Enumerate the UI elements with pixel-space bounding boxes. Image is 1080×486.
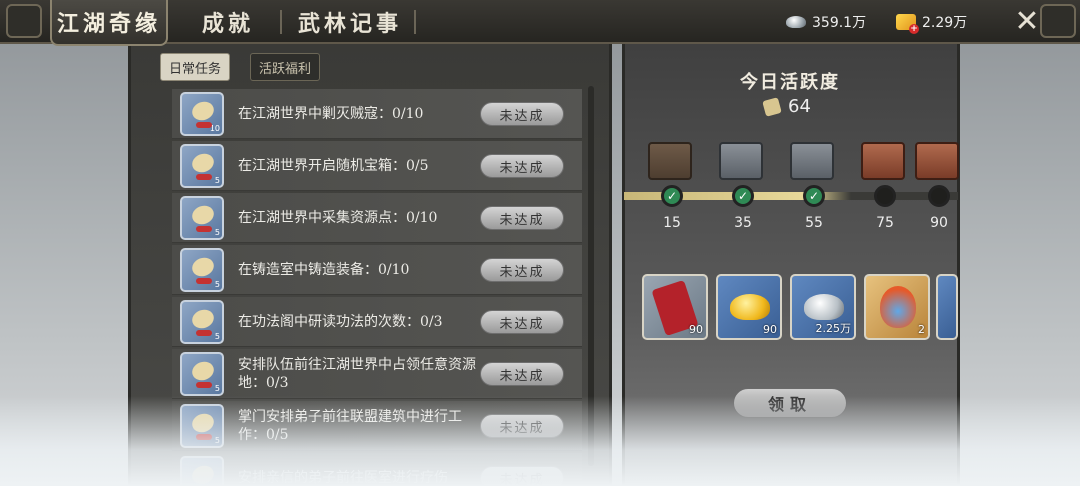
activity-points: 64 <box>762 96 811 117</box>
task-scroll-icon: 5 <box>180 248 224 292</box>
task-row: 5 在江湖世界中采集资源点：0/10 未达成 <box>172 193 582 243</box>
silver-amount: 359.1万 <box>812 15 867 31</box>
silver-currency: 359.1万 <box>786 0 866 44</box>
task-text: 在铸造室中铸造装备：0/10 <box>238 262 410 278</box>
reward-chest-icon[interactable] <box>915 142 959 180</box>
task-row: 5 在功法阁中研读功法的次数：0/3 未达成 <box>172 297 582 347</box>
reward-slot[interactable]: 2 <box>864 274 930 340</box>
task-text: 安排队伍前往江湖世界中占领任意资源地：0/3 <box>238 357 476 391</box>
reward-chest-icon[interactable] <box>861 142 905 180</box>
reward-chest-icon[interactable] <box>719 142 763 180</box>
milestone-check-icon: ✓ <box>803 185 825 207</box>
reward-qty: 90 <box>763 323 777 336</box>
task-list-scrollbar[interactable] <box>588 86 594 466</box>
task-text: 掌门安排弟子前往联盟建筑中进行工作：0/5 <box>238 409 462 443</box>
task-scroll-icon: 5 <box>180 196 224 240</box>
task-status-button[interactable]: 未达成 <box>480 362 564 386</box>
task-text: 在功法阁中研读功法的次数：0/3 <box>238 314 443 330</box>
milestone-value: 15 <box>663 215 681 231</box>
tab-achievements[interactable]: 成就 <box>188 0 268 44</box>
task-row: 5 在江湖世界开启随机宝箱：0/5 未达成 <box>172 141 582 191</box>
gold-add-icon[interactable] <box>896 14 919 34</box>
task-text: 在江湖世界中剿灭贼寇：0/10 <box>238 106 424 122</box>
corner-ornament-left <box>6 4 42 38</box>
milestone-value: 90 <box>930 215 948 231</box>
subtab-daily-tasks[interactable]: 日常任务 <box>160 53 231 81</box>
task-status-button[interactable]: 未达成 <box>480 102 564 126</box>
gold-ingot-icon <box>730 294 770 320</box>
tab-jianghu-qiyuan[interactable]: 江湖奇缘 <box>50 0 168 46</box>
reward-slot-partial[interactable] <box>936 274 958 340</box>
task-status-button[interactable]: 未达成 <box>480 466 564 486</box>
task-text: 安排亲信的弟子前往医室进行疗伤 <box>238 470 448 486</box>
task-row: 5 在铸造室中铸造装备：0/10 未达成 <box>172 245 582 295</box>
tab-divider <box>280 10 282 34</box>
milestone-node <box>874 185 896 207</box>
reward-slot[interactable]: 90 <box>642 274 708 340</box>
task-scroll-icon: 5 <box>180 352 224 396</box>
flame-token-icon <box>880 286 916 328</box>
claim-button[interactable]: 领取 <box>733 388 847 418</box>
task-row: 5 掌门安排弟子前往联盟建筑中进行工作：0/5 未达成 <box>172 401 582 451</box>
activity-token-icon <box>762 96 782 117</box>
task-status-button[interactable]: 未达成 <box>480 206 564 230</box>
reward-qty: 2 <box>918 323 925 336</box>
reward-qty: 90 <box>689 323 703 336</box>
milestone-value: 75 <box>876 215 894 231</box>
task-icon-count: 5 <box>214 384 220 393</box>
reward-slot[interactable]: 2.25万 <box>790 274 856 340</box>
task-status-button[interactable]: 未达成 <box>480 258 564 282</box>
reward-qty: 2.25万 <box>815 322 852 335</box>
silver-ingot-icon <box>786 16 806 28</box>
milestone-value: 55 <box>805 215 823 231</box>
task-icon-count: 5 <box>214 228 220 237</box>
activity-title: 今日活跃度 <box>740 72 840 93</box>
milestone-node <box>928 185 950 207</box>
top-bar: 江湖奇缘 成就 武林记事 359.1万 2.29万 ✕ <box>0 0 1080 46</box>
silver-ingot-icon <box>804 294 844 320</box>
tab-wulin-records[interactable]: 武林记事 <box>290 0 410 44</box>
task-status-button[interactable]: 未达成 <box>480 414 564 438</box>
task-scroll-icon: 5 <box>180 404 224 448</box>
task-row: 5 安排队伍前往江湖世界中占领任意资源地：0/3 未达成 <box>172 349 582 399</box>
task-scroll-icon: 5 <box>180 144 224 188</box>
task-row: 5 安排亲信的弟子前往医室进行疗伤 未达成 <box>172 453 582 486</box>
reward-chest-icon[interactable] <box>648 142 692 180</box>
task-status-button[interactable]: 未达成 <box>480 154 564 178</box>
task-icon-count: 10 <box>209 124 220 133</box>
task-icon-count: 5 <box>214 280 220 289</box>
task-icon-count: 5 <box>214 332 220 341</box>
task-scroll-icon: 10 <box>180 92 224 136</box>
activity-value: 64 <box>788 96 811 117</box>
task-icon-count: 5 <box>214 176 220 185</box>
task-text: 在江湖世界开启随机宝箱：0/5 <box>238 158 429 174</box>
task-scroll-icon: 5 <box>180 300 224 344</box>
gold-amount: 2.29万 <box>922 15 968 31</box>
milestone-check-icon: ✓ <box>661 185 683 207</box>
task-text: 在江湖世界中采集资源点：0/10 <box>238 210 438 226</box>
gold-currency[interactable]: 2.29万 <box>896 0 967 44</box>
milestone-value: 35 <box>734 215 752 231</box>
reward-slot[interactable]: 90 <box>716 274 782 340</box>
tab-divider <box>414 10 416 34</box>
subtab-activity-benefits[interactable]: 活跃福利 <box>250 53 321 81</box>
task-scroll-icon: 5 <box>180 456 224 486</box>
milestone-check-icon: ✓ <box>732 185 754 207</box>
close-cross-icon[interactable]: ✕ <box>1010 6 1044 38</box>
task-row: 10 在江湖世界中剿灭贼寇：0/10 未达成 <box>172 89 582 139</box>
corner-ornament-right <box>1040 4 1076 38</box>
task-icon-count: 5 <box>214 436 220 445</box>
task-status-button[interactable]: 未达成 <box>480 310 564 334</box>
reward-chest-icon[interactable] <box>790 142 834 180</box>
